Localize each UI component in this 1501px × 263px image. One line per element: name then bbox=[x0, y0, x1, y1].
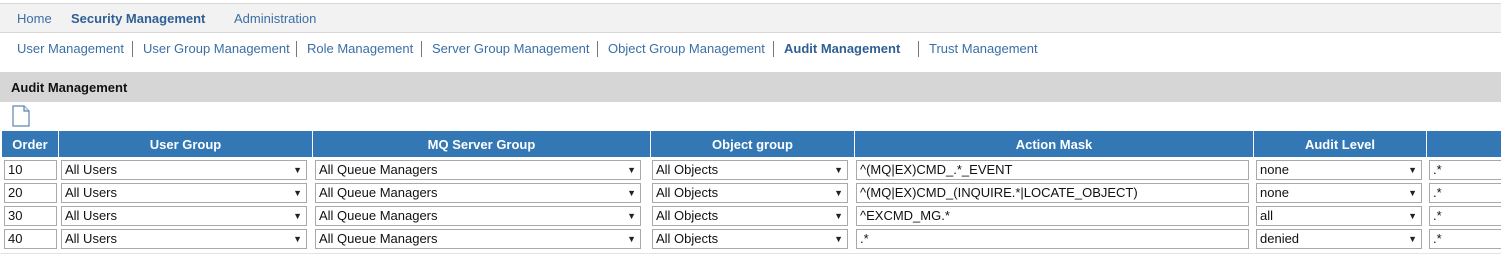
subnav-separator bbox=[773, 41, 774, 57]
col-header-audit-level[interactable]: Audit Level bbox=[1254, 131, 1427, 157]
subnav-separator bbox=[421, 41, 422, 57]
top-nav: Home Security Management Administration bbox=[0, 3, 1501, 33]
order-input[interactable]: 40 bbox=[4, 229, 57, 249]
user-group-select[interactable]: All Users bbox=[61, 206, 307, 226]
new-document-icon[interactable] bbox=[12, 105, 30, 127]
subnav-server-group-management[interactable]: Server Group Management bbox=[432, 41, 590, 56]
extra-input[interactable]: .* bbox=[1429, 206, 1501, 226]
subnav-user-management[interactable]: User Management bbox=[17, 41, 124, 56]
subnav-separator bbox=[296, 41, 297, 57]
mq-server-group-select[interactable]: All Queue Managers bbox=[315, 229, 641, 249]
object-group-select[interactable]: All Objects bbox=[652, 183, 848, 203]
subnav-audit-management[interactable]: Audit Management bbox=[784, 41, 900, 56]
sub-nav: User Management User Group Management Ro… bbox=[0, 40, 1501, 60]
object-group-select[interactable]: All Objects bbox=[652, 229, 848, 249]
action-mask-input[interactable]: ^EXCMD_MG.* bbox=[856, 206, 1249, 226]
extra-input[interactable]: .* bbox=[1429, 160, 1501, 180]
subnav-object-group-management[interactable]: Object Group Management bbox=[608, 41, 765, 56]
subnav-separator bbox=[918, 41, 919, 57]
extra-input[interactable]: .* bbox=[1429, 229, 1501, 249]
object-group-select[interactable]: All Objects bbox=[652, 206, 848, 226]
action-mask-input[interactable]: ^(MQ|EX)CMD_(INQUIRE.*|LOCATE_OBJECT) bbox=[856, 183, 1249, 203]
panel-title: Audit Management bbox=[11, 80, 128, 95]
action-mask-input[interactable]: ^(MQ|EX)CMD_.*_EVENT bbox=[856, 160, 1249, 180]
subnav-separator bbox=[132, 41, 133, 57]
order-input[interactable]: 20 bbox=[4, 183, 57, 203]
col-header-user-group[interactable]: User Group bbox=[59, 131, 313, 157]
col-header-extra bbox=[1427, 131, 1501, 157]
panel-header: Audit Management bbox=[0, 72, 1501, 102]
subnav-trust-management[interactable]: Trust Management bbox=[929, 41, 1038, 56]
audit-level-select[interactable]: denied bbox=[1256, 229, 1422, 249]
extra-input[interactable]: .* bbox=[1429, 183, 1501, 203]
audit-level-select[interactable]: none bbox=[1256, 183, 1422, 203]
order-input[interactable]: 30 bbox=[4, 206, 57, 226]
audit-level-select[interactable]: none bbox=[1256, 160, 1422, 180]
col-header-mq-server-group[interactable]: MQ Server Group bbox=[313, 131, 651, 157]
nav-administration[interactable]: Administration bbox=[234, 11, 316, 26]
nav-home[interactable]: Home bbox=[17, 11, 52, 26]
mq-server-group-select[interactable]: All Queue Managers bbox=[315, 206, 641, 226]
table-bottom-border bbox=[0, 253, 1501, 254]
col-header-order[interactable]: Order bbox=[2, 131, 59, 157]
user-group-select[interactable]: All Users bbox=[61, 229, 307, 249]
col-header-action-mask[interactable]: Action Mask bbox=[855, 131, 1254, 157]
mq-server-group-select[interactable]: All Queue Managers bbox=[315, 183, 641, 203]
object-group-select[interactable]: All Objects bbox=[652, 160, 848, 180]
subnav-role-management[interactable]: Role Management bbox=[307, 41, 413, 56]
subnav-user-group-management[interactable]: User Group Management bbox=[143, 41, 290, 56]
nav-security-management[interactable]: Security Management bbox=[71, 11, 205, 26]
action-mask-input[interactable]: .* bbox=[856, 229, 1249, 249]
subnav-separator bbox=[597, 41, 598, 57]
order-input[interactable]: 10 bbox=[4, 160, 57, 180]
mq-server-group-select[interactable]: All Queue Managers bbox=[315, 160, 641, 180]
col-header-object-group[interactable]: Object group bbox=[651, 131, 855, 157]
user-group-select[interactable]: All Users bbox=[61, 160, 307, 180]
user-group-select[interactable]: All Users bbox=[61, 183, 307, 203]
audit-level-select[interactable]: all bbox=[1256, 206, 1422, 226]
